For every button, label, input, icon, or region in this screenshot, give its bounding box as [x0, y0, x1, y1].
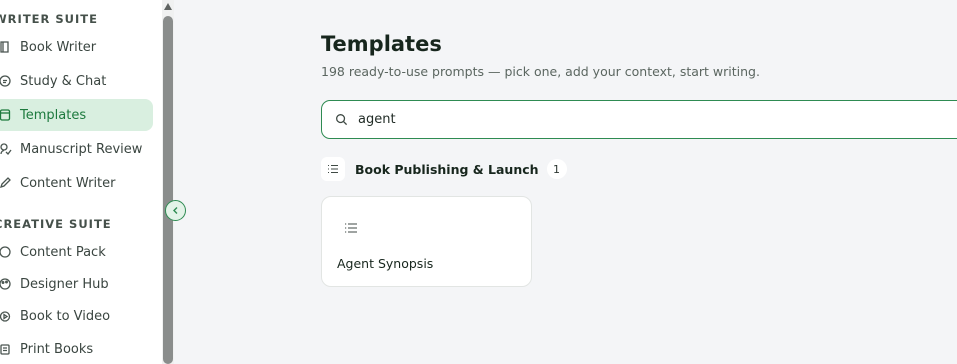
list-icon	[345, 223, 357, 233]
book-icon	[0, 39, 16, 55]
template-icon	[0, 107, 16, 123]
sidebar-item-label: Manuscript Review	[20, 141, 143, 157]
category-header[interactable]: Book Publishing & Launch 1	[321, 156, 567, 182]
sidebar-item-label: Book Writer	[20, 39, 97, 55]
scrollbar-thumb[interactable]	[163, 16, 173, 364]
sidebar-item-content-writer[interactable]: Content Writer	[0, 167, 153, 199]
sidebar-item-label: Study & Chat	[20, 73, 107, 89]
circle-icon	[0, 244, 16, 260]
sidebar-item-label: Designer Hub	[20, 276, 109, 292]
collapse-sidebar-button[interactable]	[165, 200, 186, 221]
scroll-up-arrow-icon[interactable]	[163, 3, 173, 12]
chat-icon	[0, 73, 16, 89]
template-card-agent-synopsis[interactable]: Agent Synopsis	[321, 196, 532, 287]
video-icon	[0, 308, 16, 324]
list-icon	[321, 157, 345, 181]
review-icon	[0, 141, 16, 157]
page-subtitle: 198 ready-to-use prompts — pick one, add…	[321, 64, 760, 79]
chevron-left-icon	[173, 207, 178, 214]
search-input[interactable]	[358, 112, 758, 127]
sidebar-item-content-pack[interactable]: Content Pack	[0, 236, 153, 268]
search-icon	[334, 113, 348, 127]
section-title-creative-suite: CREATIVE SUITE	[0, 217, 112, 231]
sidebar-item-book-writer[interactable]: Book Writer	[0, 31, 153, 63]
search-box[interactable]	[321, 100, 957, 139]
sidebar-item-manuscript-review[interactable]: Manuscript Review	[0, 133, 153, 165]
page-title: Templates	[321, 32, 442, 56]
sidebar-item-label: Print Books	[20, 341, 94, 357]
sidebar-item-label: Templates	[20, 107, 87, 123]
sidebar-item-study-chat[interactable]: Study & Chat	[0, 65, 153, 97]
sidebar-item-templates[interactable]: Templates	[0, 99, 153, 131]
sidebar-item-label: Book to Video	[20, 308, 111, 324]
category-count-badge: 1	[546, 159, 567, 179]
section-title-writer-suite: WRITER SUITE	[0, 12, 98, 26]
sidebar-item-label: Content Writer	[20, 175, 116, 191]
sidebar-item-book-to-video[interactable]: Book to Video	[0, 300, 153, 332]
sidebar-item-designer-hub[interactable]: Designer Hub	[0, 268, 153, 300]
sidebar-item-label: Content Pack	[20, 244, 106, 260]
sidebar: WRITER SUITE Book Writer Study & Chat Te…	[0, 0, 162, 364]
sidebar-item-print-books[interactable]: Print Books	[0, 333, 153, 364]
print-icon	[0, 341, 16, 357]
palette-icon	[0, 276, 16, 292]
category-name: Book Publishing & Launch	[355, 161, 539, 177]
card-title: Agent Synopsis	[337, 256, 434, 271]
pen-icon	[0, 175, 16, 191]
